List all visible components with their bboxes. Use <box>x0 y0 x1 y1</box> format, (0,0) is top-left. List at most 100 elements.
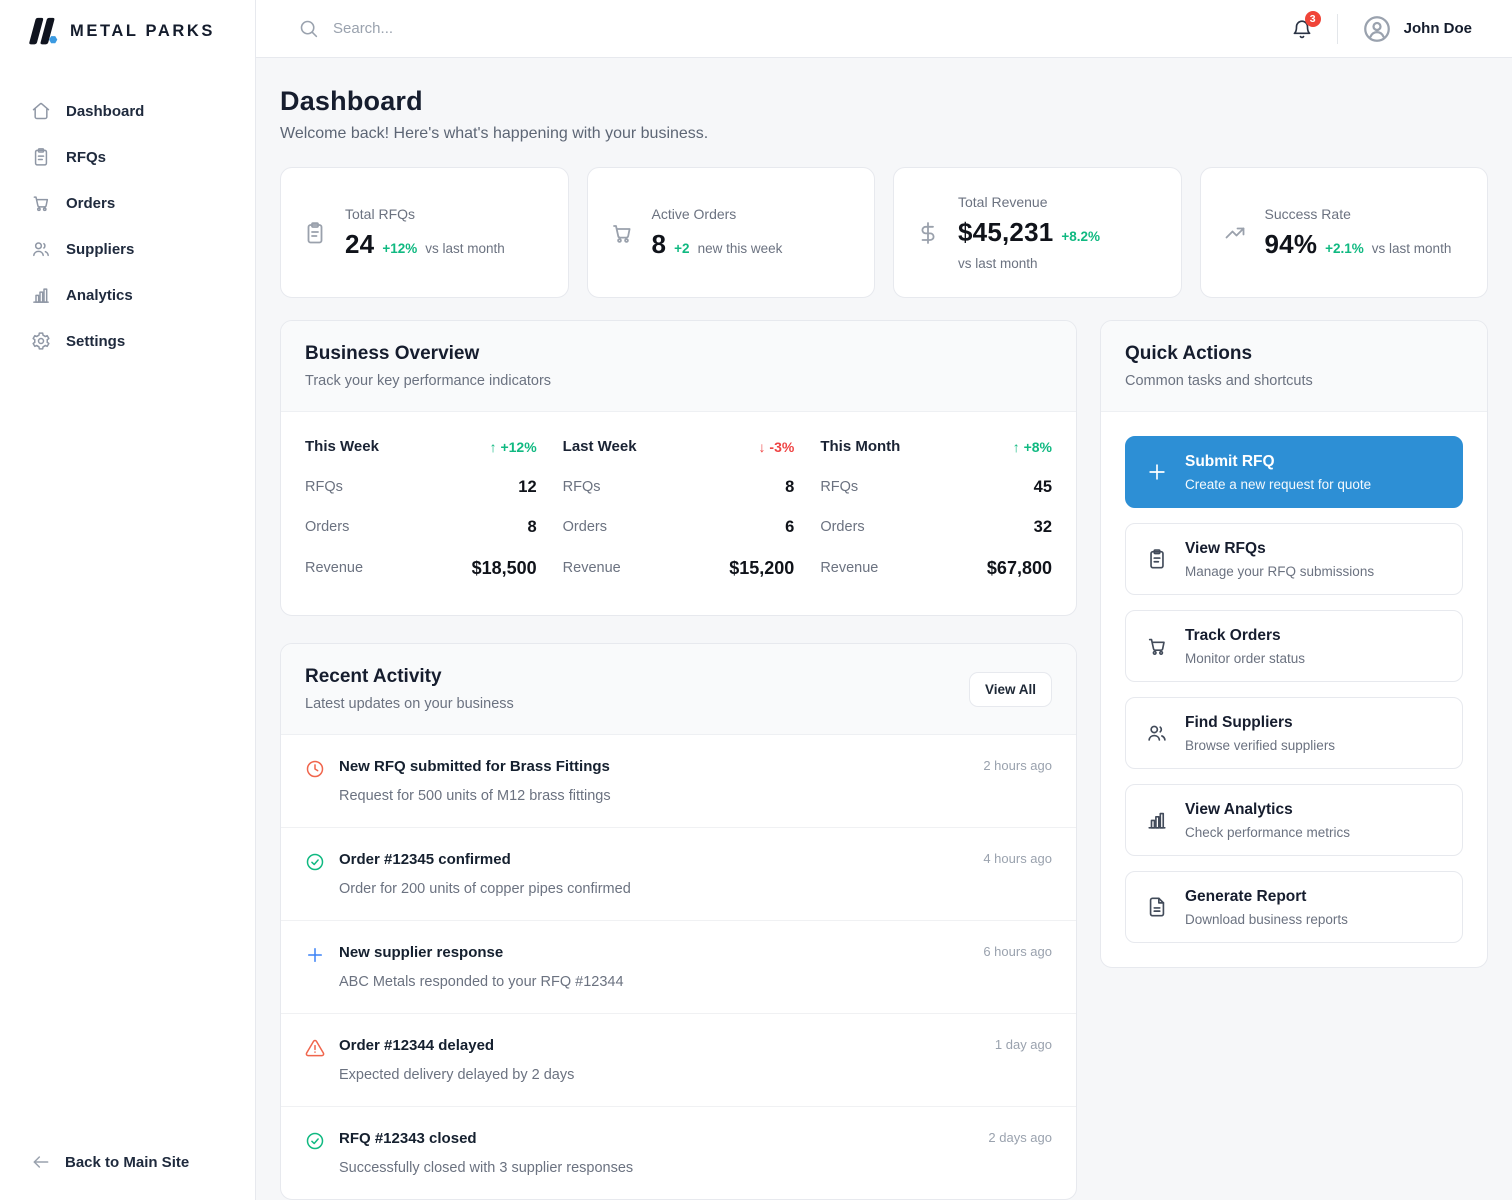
sidebar-item-label: Orders <box>66 195 115 212</box>
activity-description: ABC Metals responded to your RFQ #12344 <box>339 974 1052 990</box>
activity-item[interactable]: New RFQ submitted for Brass Fittings 2 h… <box>281 735 1076 828</box>
section-subtitle: Common tasks and shortcuts <box>1125 373 1463 389</box>
stat-delta: +12% <box>382 241 417 256</box>
trending-up-icon <box>1223 221 1247 245</box>
activity-description: Successfully closed with 3 supplier resp… <box>339 1160 1052 1176</box>
users-icon <box>1146 722 1168 744</box>
quick-action-title: Submit RFQ <box>1185 453 1371 471</box>
stat-label: Total Revenue <box>958 194 1159 210</box>
bo-row-label: Revenue <box>563 560 621 576</box>
view-all-button[interactable]: View All <box>969 672 1052 707</box>
section-subtitle: Latest updates on your business <box>305 696 514 712</box>
activity-time: 2 hours ago <box>983 758 1052 773</box>
sidebar-item-rfqs[interactable]: RFQs <box>0 138 255 176</box>
activity-title: New supplier response <box>339 944 957 961</box>
bar-chart-icon <box>31 285 51 305</box>
section-title: Recent Activity <box>305 666 514 688</box>
quick-actions-header: Quick Actions Common tasks and shortcuts <box>1101 321 1487 412</box>
plus-icon <box>305 945 325 965</box>
page-title: Dashboard <box>280 86 1488 117</box>
page-content: Dashboard Welcome back! Here's what's ha… <box>256 58 1512 1200</box>
stat-value: 8 <box>652 229 667 260</box>
stat-delta: +8.2% <box>1061 229 1100 244</box>
find-suppliers-button[interactable]: Find Suppliers Browse verified suppliers <box>1125 697 1463 769</box>
brand-logo[interactable]: METAL PARKS <box>0 0 255 62</box>
sidebar-item-analytics[interactable]: Analytics <box>0 276 255 314</box>
stat-value: 94% <box>1265 229 1318 260</box>
brand-name: METAL PARKS <box>70 22 215 41</box>
stat-value: 24 <box>345 229 374 260</box>
activity-title: RFQ #12343 closed <box>339 1130 962 1147</box>
quick-action-title: View RFQs <box>1185 540 1374 558</box>
activity-title: Order #12345 confirmed <box>339 851 957 868</box>
user-avatar[interactable] <box>1362 14 1392 44</box>
clipboard-icon <box>31 147 51 167</box>
stat-delta: +2.1% <box>1325 241 1364 256</box>
check-circle-icon <box>305 1131 325 1151</box>
topbar-right: 3 John Doe <box>1291 14 1472 44</box>
bo-row-label: RFQs <box>820 479 858 495</box>
back-to-main-site-label: Back to Main Site <box>65 1154 189 1171</box>
home-icon <box>31 101 51 121</box>
activity-description: Order for 200 units of copper pipes conf… <box>339 881 1052 897</box>
quick-actions-card: Quick Actions Common tasks and shortcuts… <box>1100 320 1488 968</box>
stat-label: Success Rate <box>1265 206 1452 222</box>
user-name[interactable]: John Doe <box>1404 20 1472 37</box>
sidebar-item-label: Settings <box>66 333 125 350</box>
arrow-left-icon <box>31 1152 51 1172</box>
search-bar <box>298 18 1291 39</box>
view-analytics-button[interactable]: View Analytics Check performance metrics <box>1125 784 1463 856</box>
bo-row-value: 32 <box>1034 518 1052 537</box>
bo-row-value: 45 <box>1034 478 1052 497</box>
view-rfqs-button[interactable]: View RFQs Manage your RFQ submissions <box>1125 523 1463 595</box>
activity-item[interactable]: RFQ #12343 closed 2 days ago Successfull… <box>281 1107 1076 1199</box>
sidebar-nav: Dashboard RFQs Orders Suppliers Analytic… <box>0 62 255 360</box>
quick-action-title: Find Suppliers <box>1185 714 1335 732</box>
bo-row-label: Orders <box>563 519 607 535</box>
clipboard-icon <box>1146 548 1168 570</box>
search-input[interactable] <box>333 20 753 37</box>
activity-title: Order #12344 delayed <box>339 1037 969 1054</box>
activity-time: 4 hours ago <box>983 851 1052 866</box>
quick-action-description: Monitor order status <box>1185 651 1305 666</box>
sidebar-item-label: Dashboard <box>66 103 144 120</box>
alert-triangle-icon <box>305 1038 325 1058</box>
bo-delta-value: -3% <box>769 439 794 455</box>
stats-row: Total RFQs 24 +12% vs last month Active … <box>280 167 1488 298</box>
quick-action-description: Manage your RFQ submissions <box>1185 564 1374 579</box>
sidebar-item-settings[interactable]: Settings <box>0 322 255 360</box>
sidebar-item-suppliers[interactable]: Suppliers <box>0 230 255 268</box>
cart-icon <box>31 193 51 213</box>
activity-description: Request for 500 units of M12 brass fitti… <box>339 788 1052 804</box>
bo-row-label: RFQs <box>305 479 343 495</box>
sidebar-item-dashboard[interactable]: Dashboard <box>0 92 255 130</box>
notifications-button[interactable]: 3 <box>1291 18 1313 40</box>
section-title: Business Overview <box>305 343 1052 365</box>
recent-activity-card: Recent Activity Latest updates on your b… <box>280 643 1077 1200</box>
clock-icon <box>305 759 325 779</box>
stat-card-success-rate: Success Rate 94% +2.1% vs last month <box>1200 167 1489 298</box>
bo-row-label: Orders <box>820 519 864 535</box>
bar-chart-icon <box>1146 809 1168 831</box>
topbar: 3 John Doe <box>256 0 1512 58</box>
activity-item[interactable]: Order #12345 confirmed 4 hours ago Order… <box>281 828 1076 921</box>
bo-period-label: This Month <box>820 438 900 455</box>
submit-rfq-button[interactable]: Submit RFQ Create a new request for quot… <box>1125 436 1463 508</box>
divider <box>1337 14 1338 44</box>
sidebar-item-label: Suppliers <box>66 241 134 258</box>
gear-icon <box>31 331 51 351</box>
track-orders-button[interactable]: Track Orders Monitor order status <box>1125 610 1463 682</box>
quick-action-description: Check performance metrics <box>1185 825 1350 840</box>
bo-delta-value: +8% <box>1024 439 1052 455</box>
arrow-down-icon: ↓ <box>759 439 766 455</box>
bo-period-label: Last Week <box>563 438 637 455</box>
bo-row-value: $67,800 <box>987 558 1052 579</box>
stat-note: vs last month <box>1372 241 1452 256</box>
sidebar: METAL PARKS Dashboard RFQs Orders Suppli… <box>0 0 256 1200</box>
business-overview-header: Business Overview Track your key perform… <box>281 321 1076 412</box>
activity-item[interactable]: Order #12344 delayed 1 day ago Expected … <box>281 1014 1076 1107</box>
activity-item[interactable]: New supplier response 6 hours ago ABC Me… <box>281 921 1076 1014</box>
sidebar-item-orders[interactable]: Orders <box>0 184 255 222</box>
generate-report-button[interactable]: Generate Report Download business report… <box>1125 871 1463 943</box>
back-to-main-site-link[interactable]: Back to Main Site <box>0 1152 255 1200</box>
